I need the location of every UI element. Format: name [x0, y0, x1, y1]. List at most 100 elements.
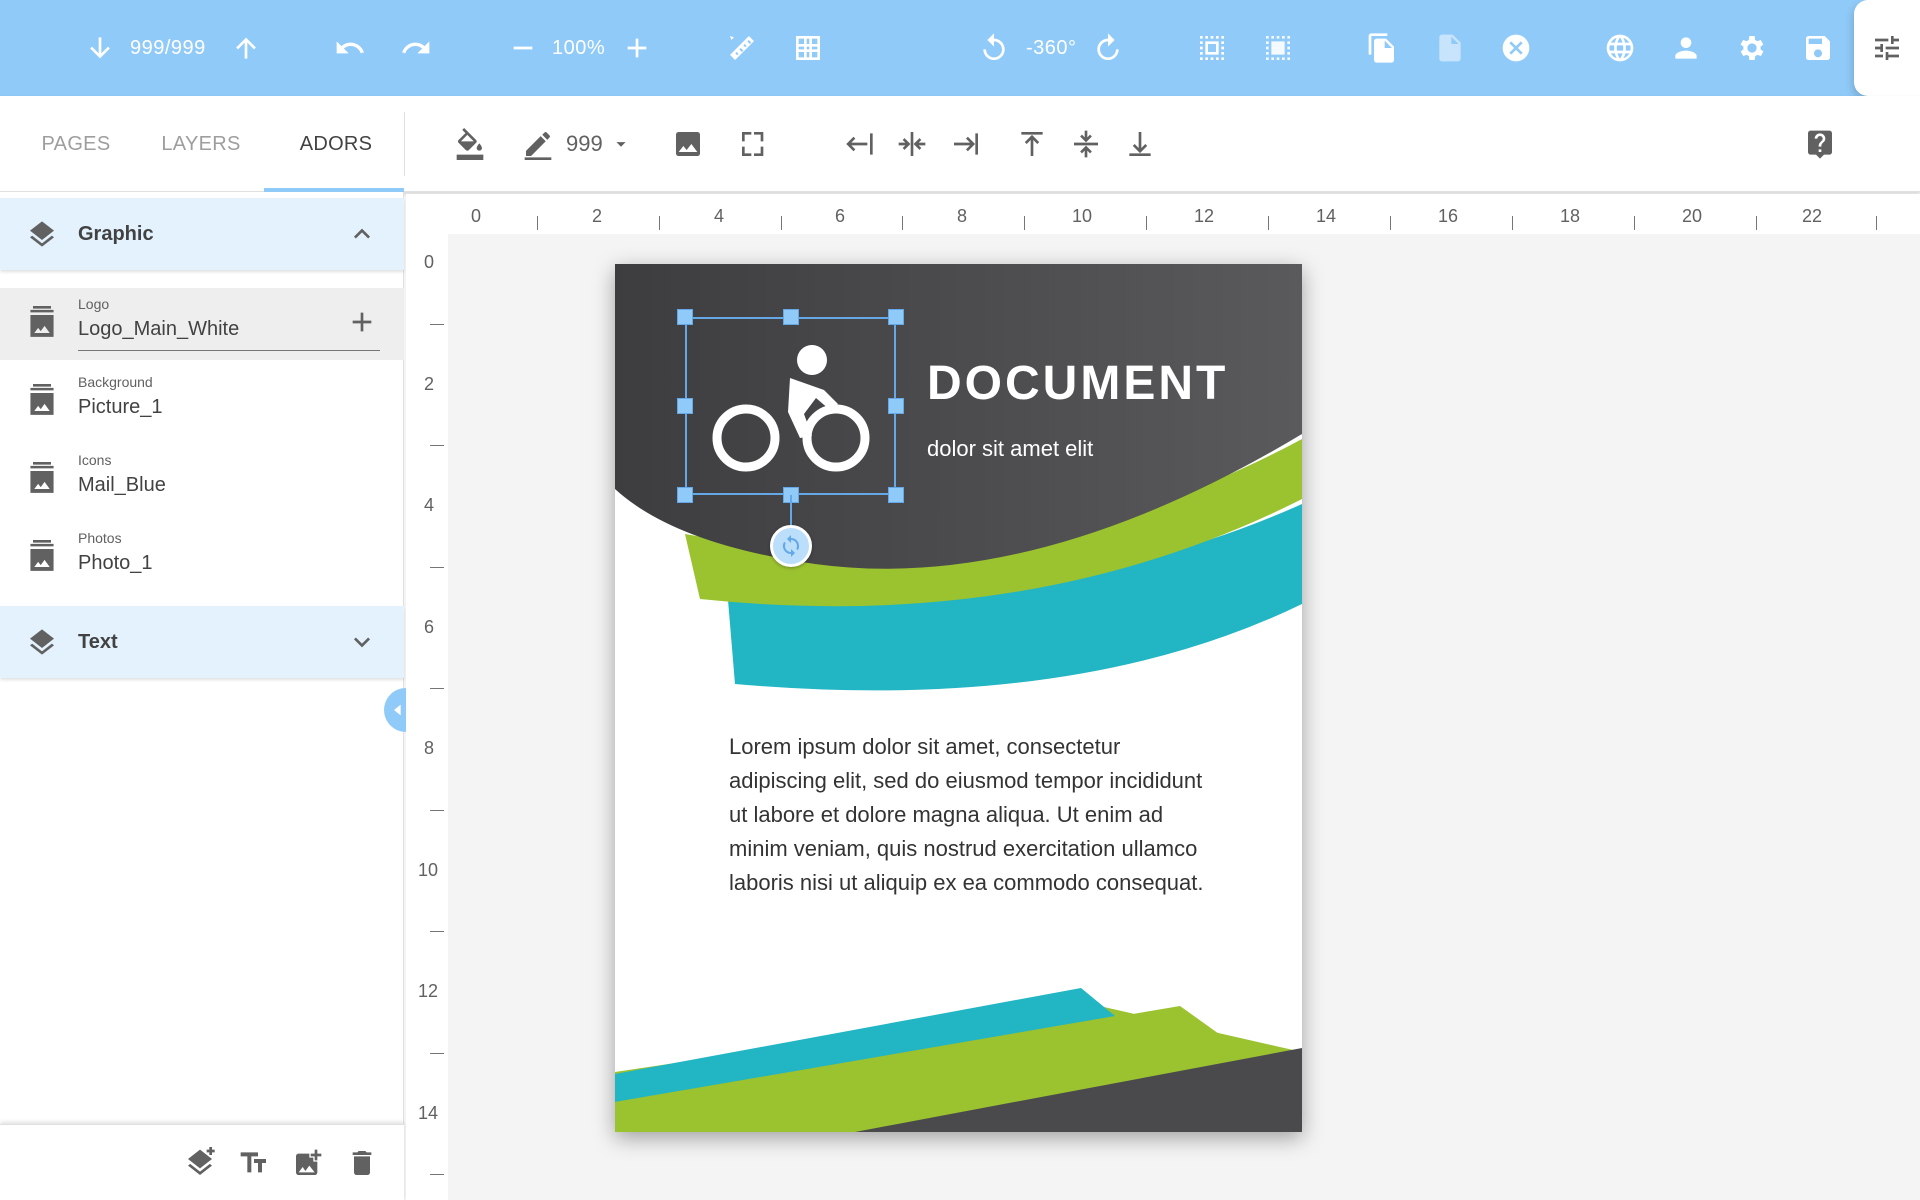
document-title[interactable]: DOCUMENT — [927, 356, 1228, 411]
help-icon[interactable] — [1800, 116, 1840, 172]
grid-icon[interactable] — [790, 0, 826, 96]
selection-box[interactable] — [685, 317, 896, 495]
ruler-tick — [430, 445, 444, 446]
resize-handle[interactable] — [783, 309, 799, 325]
document-subtitle[interactable]: dolor sit amet elit — [927, 436, 1093, 462]
tab-adors[interactable]: ADORS — [268, 96, 404, 192]
ruler-label: 10 — [1072, 206, 1093, 226]
chevron-down-icon[interactable] — [346, 626, 378, 658]
ruler-tick — [430, 931, 444, 932]
ruler-tick — [902, 216, 903, 230]
layers-icon — [30, 629, 54, 655]
ruler-tick — [781, 216, 782, 230]
zoom-out-icon[interactable] — [506, 0, 540, 96]
settings-icon[interactable] — [1734, 0, 1770, 96]
image-stack-icon — [30, 384, 54, 415]
save-icon[interactable] — [1800, 0, 1836, 96]
delete-icon[interactable] — [346, 1147, 378, 1179]
item-caption: Icons — [78, 452, 112, 468]
align-middle-vertical-icon[interactable] — [1066, 116, 1106, 172]
ruler-label: 4 — [714, 206, 725, 226]
redo-icon[interactable] — [398, 0, 434, 96]
page-counter: 999/999 — [130, 37, 206, 59]
list-item[interactable]: Icons Mail_Blue — [0, 444, 404, 516]
stroke-width-value[interactable]: 999 — [566, 96, 603, 192]
globe-icon[interactable] — [1602, 0, 1638, 96]
rotate-right-icon[interactable] — [1090, 0, 1126, 96]
ruler-icon[interactable] — [724, 0, 760, 96]
resize-handle[interactable] — [888, 398, 904, 414]
resize-handle[interactable] — [677, 398, 693, 414]
add-layer-icon[interactable] — [184, 1147, 216, 1179]
image-stack-icon — [30, 306, 54, 337]
ruler-label: 2 — [592, 206, 603, 226]
tab-layers[interactable]: LAYERS — [140, 96, 262, 192]
ruler-tick — [1876, 216, 1877, 230]
layers-icon — [30, 221, 54, 247]
ruler-label: 10 — [418, 860, 439, 880]
ruler-tick — [1390, 216, 1391, 230]
add-icon[interactable] — [346, 306, 378, 338]
rotate-left-icon[interactable] — [976, 0, 1012, 96]
panel-actions — [0, 1124, 404, 1200]
align-right-icon[interactable] — [946, 116, 986, 172]
zoom-in-icon[interactable] — [620, 0, 654, 96]
list-item[interactable]: Photos Photo_1 — [0, 522, 404, 594]
ruler-tick — [430, 324, 444, 325]
arrow-down-icon[interactable] — [82, 0, 118, 96]
list-item[interactable]: Logo Logo_Main_White — [0, 288, 404, 360]
ruler-label: 8 — [424, 738, 435, 758]
tab-pages[interactable]: PAGES — [20, 96, 132, 192]
resize-handle[interactable] — [677, 309, 693, 325]
ruler-label: 16 — [1438, 206, 1459, 226]
arrow-up-icon[interactable] — [228, 0, 264, 96]
ruler-tick — [1024, 216, 1025, 230]
group-title-graphic: Graphic — [78, 223, 154, 245]
ruler-label: 20 — [1682, 206, 1703, 226]
image-icon[interactable] — [668, 116, 708, 172]
align-bottom-icon[interactable] — [1120, 116, 1160, 172]
page-icon[interactable] — [1432, 0, 1468, 96]
item-value[interactable]: Logo_Main_White — [78, 318, 239, 341]
align-center-horizontal-icon[interactable] — [892, 116, 932, 172]
align-left-icon[interactable] — [838, 116, 878, 172]
group-title-text: Text — [78, 631, 118, 653]
add-image-icon[interactable] — [292, 1147, 324, 1179]
ruler-tick — [430, 688, 444, 689]
rotate-handle[interactable] — [770, 525, 812, 567]
ruler-tick — [430, 567, 444, 568]
ruler-tick — [659, 216, 660, 230]
deselect-icon[interactable] — [1260, 0, 1296, 96]
ador-panel: Graphic Logo Logo_Main_White Background … — [0, 192, 404, 1200]
zoom-level: 100% — [552, 37, 606, 59]
ruler-tick — [1756, 216, 1757, 230]
align-top-icon[interactable] — [1012, 116, 1052, 172]
ruler-label: 6 — [424, 617, 435, 637]
resize-handle[interactable] — [888, 309, 904, 325]
chevron-up-icon[interactable] — [346, 218, 378, 250]
item-value: Mail_Blue — [78, 474, 166, 496]
group-header-text[interactable]: Text — [0, 606, 404, 678]
document-body-text[interactable]: Lorem ipsum dolor sit amet, consectetur … — [729, 730, 1209, 900]
ruler-tick — [430, 1174, 444, 1175]
list-item[interactable]: Background Picture_1 — [0, 366, 404, 438]
select-all-icon[interactable] — [1194, 0, 1230, 96]
pen-icon[interactable] — [518, 116, 558, 172]
ruler-label: 6 — [835, 206, 846, 226]
sync-icon — [782, 535, 800, 557]
tune-icon[interactable] — [1854, 0, 1920, 96]
user-icon[interactable] — [1668, 0, 1704, 96]
close-circle-icon[interactable] — [1498, 0, 1534, 96]
fullscreen-icon[interactable] — [734, 116, 774, 172]
dropdown-icon[interactable] — [610, 116, 632, 172]
group-header-graphic[interactable]: Graphic — [0, 198, 404, 270]
ruler-tick — [1268, 216, 1269, 230]
fill-color-icon[interactable] — [450, 116, 490, 172]
image-stack-icon — [30, 540, 54, 571]
resize-handle[interactable] — [888, 487, 904, 503]
copy-page-icon[interactable] — [1364, 0, 1400, 96]
input-underline — [78, 350, 380, 351]
resize-handle[interactable] — [677, 487, 693, 503]
undo-icon[interactable] — [332, 0, 368, 96]
add-text-icon[interactable] — [238, 1147, 270, 1179]
